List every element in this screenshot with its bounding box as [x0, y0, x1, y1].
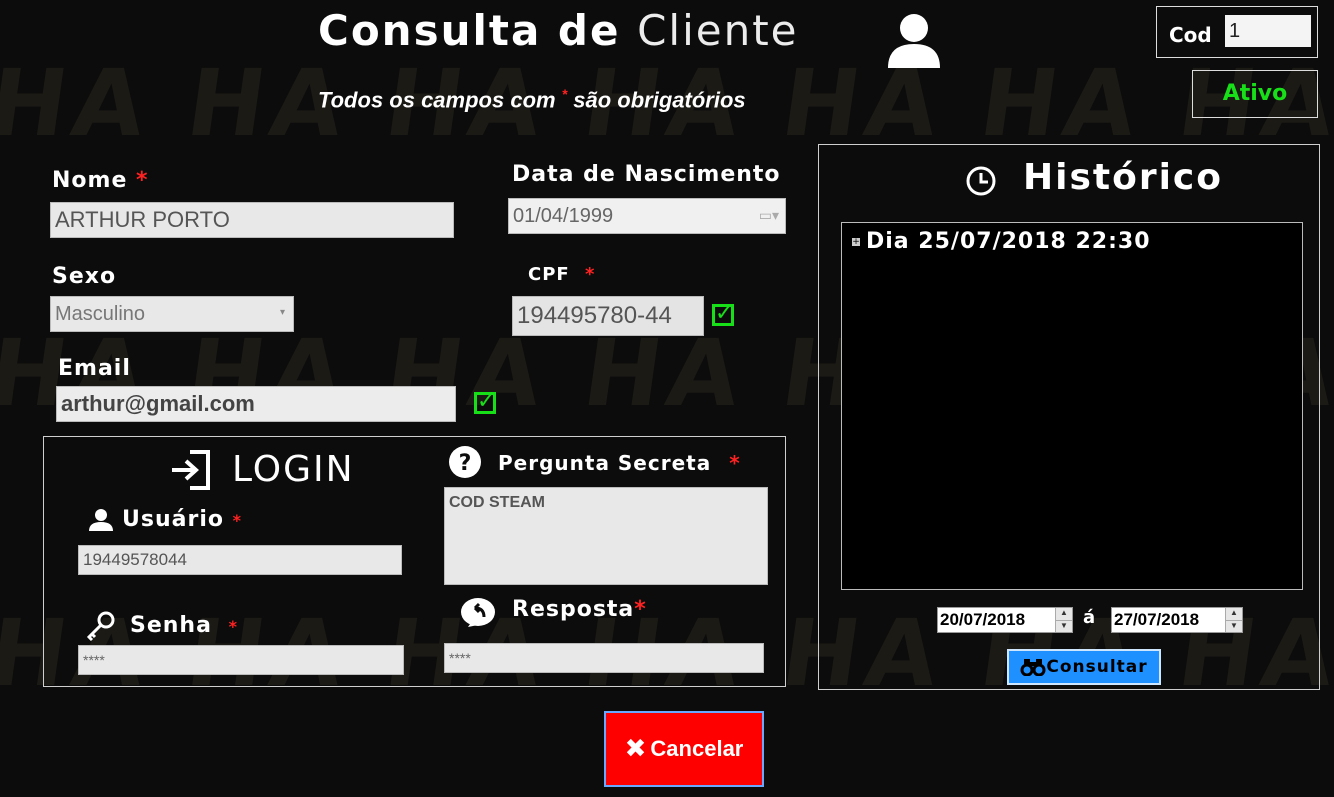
cod-label: Cod: [1169, 23, 1212, 47]
consultar-button[interactable]: Consultar: [1007, 649, 1161, 685]
cpf-field[interactable]: 194495780-44: [512, 296, 704, 336]
nascimento-label: Data de Nascimento: [512, 162, 781, 187]
sexo-label: Sexo: [52, 264, 117, 289]
cancel-label: Cancelar: [650, 736, 744, 761]
date-from-spinner[interactable]: ▲ ▼: [1055, 608, 1072, 632]
consultar-label: Consultar: [1046, 657, 1148, 677]
usuario-label: Usuário *: [122, 507, 243, 532]
question-icon: ?: [449, 446, 481, 478]
email-field[interactable]: arthur@gmail.com: [56, 386, 456, 422]
sexo-select[interactable]: Masculino ▾: [50, 296, 294, 332]
tree-node-label: Dia 25/07/2018 22:30: [866, 229, 1151, 254]
cod-box: Cod 1: [1156, 6, 1318, 58]
dropdown-arrow-icon[interactable]: ▾: [280, 307, 285, 318]
resposta-field[interactable]: ****: [444, 643, 764, 673]
historico-tree[interactable]: + Dia 25/07/2018 22:30: [841, 222, 1303, 590]
user-icon: [888, 14, 940, 68]
nascimento-value: 01/04/1999: [513, 204, 614, 227]
close-icon: ✖: [624, 734, 647, 764]
login-title: LOGIN: [232, 449, 355, 490]
calendar-icon[interactable]: ▭▾: [759, 207, 779, 224]
date-to-field[interactable]: 27/07/2018 ▲ ▼: [1111, 607, 1243, 633]
page-title: Consulta de Cliente: [318, 6, 799, 55]
cancel-button[interactable]: ✖ Cancelar: [604, 711, 764, 787]
email-label: Email: [58, 356, 131, 381]
senha-field[interactable]: ****: [78, 645, 404, 675]
check-icon: ✓: [712, 303, 734, 326]
historico-panel: Histórico + Dia 25/07/2018 22:30 20/07/2…: [818, 144, 1320, 690]
reply-icon: [461, 598, 495, 627]
login-icon: [172, 450, 210, 490]
date-from-value: 20/07/2018: [940, 610, 1026, 629]
senha-label: Senha *: [130, 613, 238, 638]
sexo-value: Masculino: [55, 302, 146, 325]
resposta-label: Resposta*: [512, 597, 647, 622]
cpf-label: CPF *: [528, 264, 596, 285]
binoculars-icon: [1020, 659, 1046, 676]
status-badge: Ativo: [1192, 70, 1318, 118]
check-icon: ✓: [474, 391, 496, 414]
pergunta-label: Pergunta Secreta *: [498, 451, 741, 475]
key-icon: [86, 611, 115, 641]
clock-icon: [966, 166, 996, 196]
cod-field[interactable]: 1: [1225, 15, 1311, 47]
usuario-icon: [89, 509, 113, 531]
nome-field[interactable]: ARTHUR PORTO: [50, 202, 454, 238]
date-from-field[interactable]: 20/07/2018 ▲ ▼: [937, 607, 1073, 633]
nascimento-field[interactable]: 01/04/1999 ▭▾: [508, 198, 786, 234]
usuario-field[interactable]: 19449578044: [78, 545, 402, 575]
historico-title: Histórico: [1023, 157, 1224, 198]
tree-node[interactable]: + Dia 25/07/2018 22:30: [852, 229, 1151, 254]
svg-text:?: ?: [459, 451, 472, 476]
date-to-value: 27/07/2018: [1114, 610, 1200, 629]
date-separator: á: [1083, 607, 1096, 628]
expand-icon[interactable]: +: [852, 237, 860, 246]
login-panel: LOGIN Usuário * 19449578044 Senha * ****…: [43, 436, 786, 687]
pergunta-field[interactable]: COD STEAM: [444, 487, 768, 585]
date-to-spinner[interactable]: ▲ ▼: [1225, 608, 1242, 632]
nome-label: Nome *: [52, 168, 149, 193]
page-subtitle: Todos os campos com * são obrigatórios: [318, 86, 746, 113]
